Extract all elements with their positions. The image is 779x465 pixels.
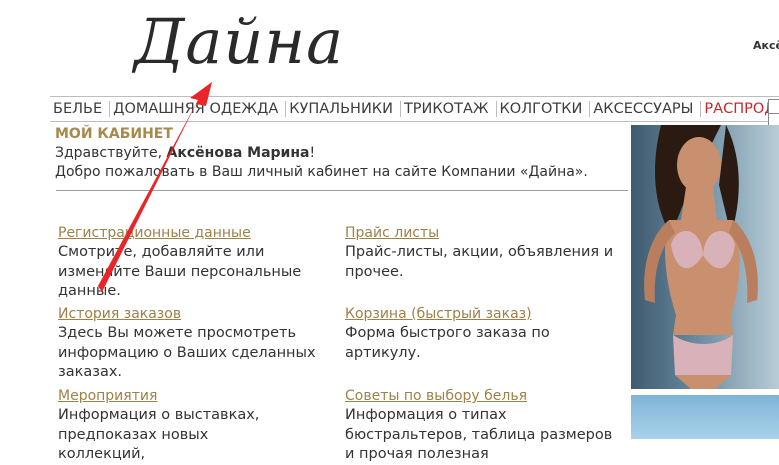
order-history-link[interactable]: История заказов xyxy=(58,306,181,322)
nav-item-knitwear[interactable]: ТРИКОТАЖ xyxy=(401,101,497,117)
nav-item-accessories[interactable]: АКСЕССУАРЫ xyxy=(590,101,702,117)
page-title: МОЙ КАБИНЕТ xyxy=(55,126,173,142)
user-full-name: Аксёнова Марина xyxy=(166,145,310,161)
model-figure-illustration xyxy=(644,125,758,389)
registration-data-link[interactable]: Регистрационные данные xyxy=(58,225,251,241)
price-lists-desc: Прайс-листы, акции, объявления и прочее. xyxy=(345,244,614,280)
nav-item-tights[interactable]: КОЛГОТКИ xyxy=(497,101,591,117)
price-lists-link[interactable]: Прайс листы xyxy=(345,225,439,241)
main-nav: БЕЛЬЕ ДОМАШНЯЯ ОДЕЖДА КУПАЛЬНИКИ ТРИКОТА… xyxy=(50,96,779,122)
promo-photo-secondary[interactable] xyxy=(631,395,779,439)
nav-item-swimwear[interactable]: КУПАЛЬНИКИ xyxy=(286,101,401,117)
events-link[interactable]: Мероприятия xyxy=(58,388,157,404)
lingerie-tips-link[interactable]: Советы по выбору белья xyxy=(345,388,527,404)
divider xyxy=(56,190,628,191)
registration-data-desc: Смотрите, добавляйте или изменяйте Ваши … xyxy=(58,244,302,299)
welcome-text: Добро пожаловать в Ваш личный кабинет на… xyxy=(55,164,588,180)
site-logo[interactable]: Дайна xyxy=(134,2,344,82)
cart-quick-order-link[interactable]: Корзина (быстрый заказ) xyxy=(345,306,532,322)
order-history-desc: Здесь Вы можете просмотреть информацию о… xyxy=(58,325,316,380)
greeting-text: Здравствуйте, Аксёнова Марина! xyxy=(55,145,315,161)
greeting-prefix: Здравствуйте, xyxy=(55,145,167,161)
greeting-suffix: ! xyxy=(309,145,316,161)
nav-item-homewear[interactable]: ДОМАШНЯЯ ОДЕЖДА xyxy=(110,101,287,117)
nav-item-underwear[interactable]: БЕЛЬЕ xyxy=(50,101,111,117)
user-name-link[interactable]: Аксё xyxy=(753,39,779,52)
promo-photo[interactable] xyxy=(631,125,779,389)
cart-quick-order-desc: Форма быстрого заказа по артикулу. xyxy=(345,325,550,361)
lingerie-tips-desc: Информация о типах бюстральтеров, таблиц… xyxy=(345,407,613,462)
events-desc: Информация о выставках, предпоказах новы… xyxy=(58,407,260,462)
